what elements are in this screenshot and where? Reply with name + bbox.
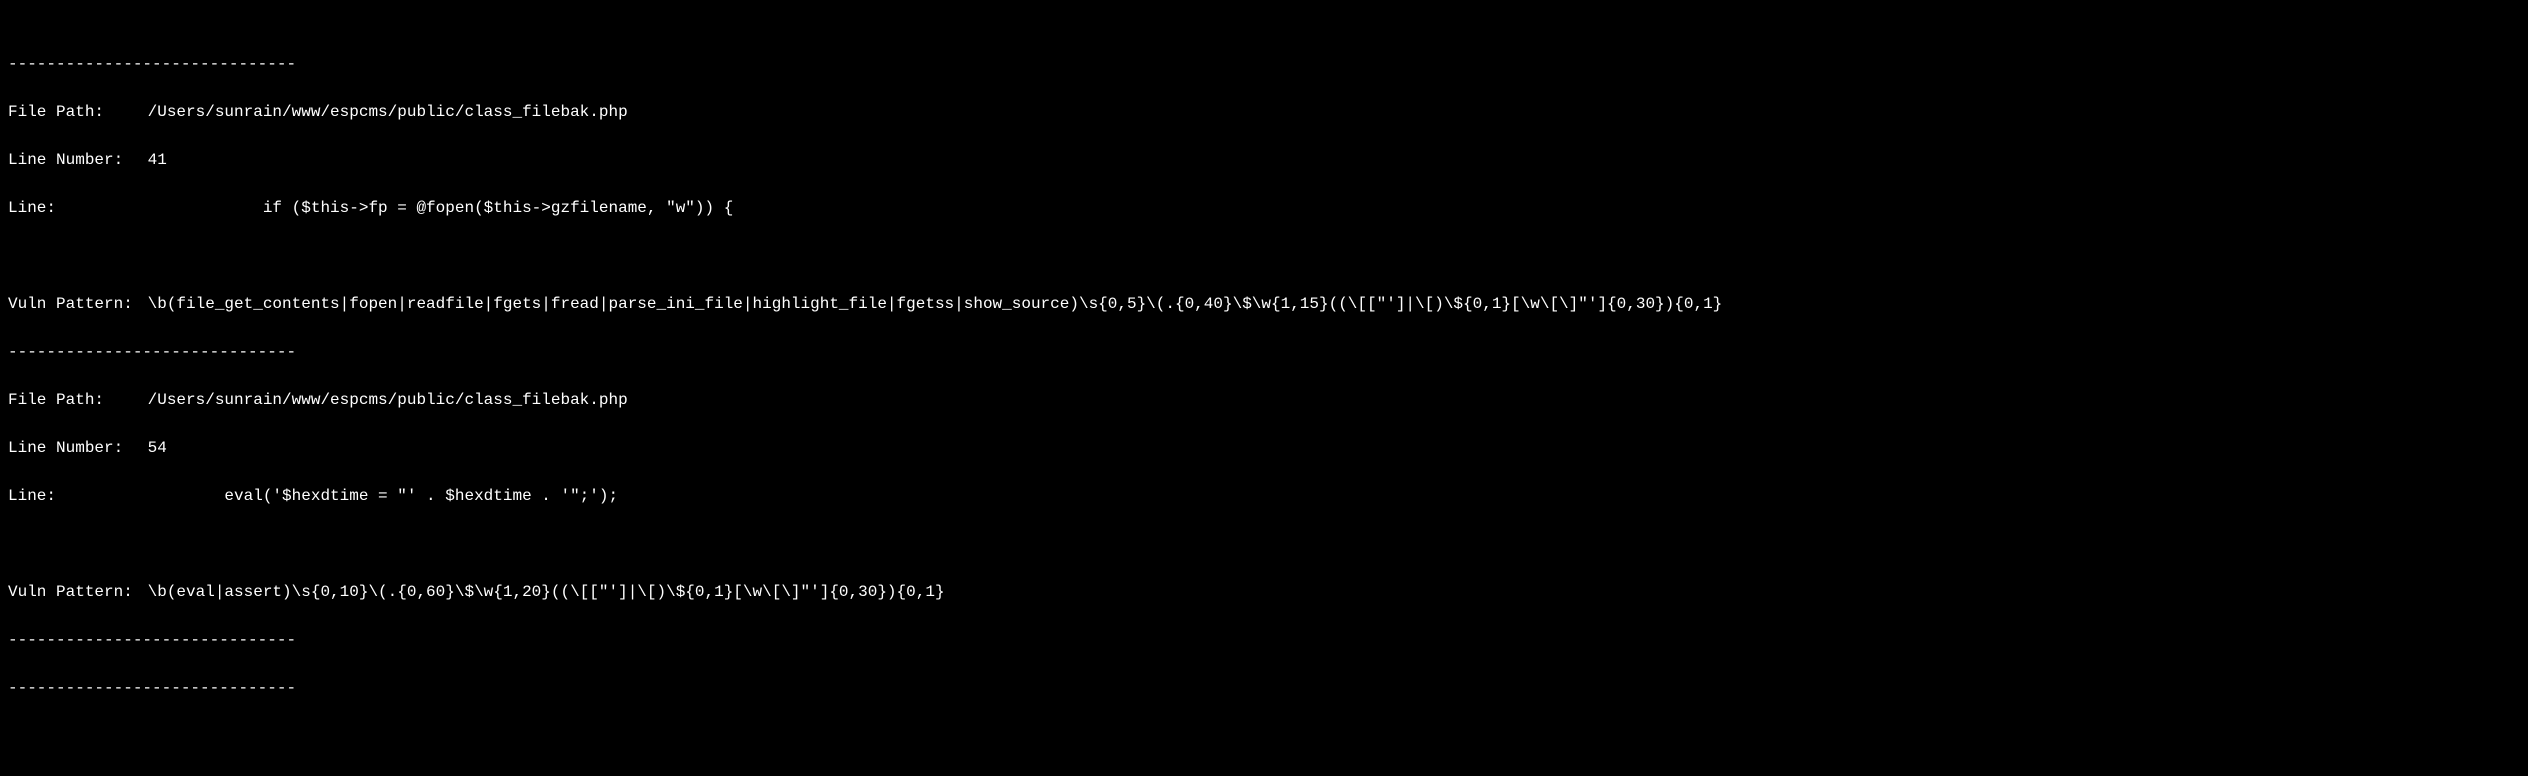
separator-line: ------------------------------ (8, 628, 2520, 652)
file-path-label: File Path: (8, 388, 138, 412)
line-number-line: Line Number: 41 (8, 148, 2520, 172)
line-number-line: Line Number: 54 (8, 436, 2520, 460)
separator-line: ------------------------------ (8, 676, 2520, 700)
line-content-line: Line: eval('$hexdtime = "' . $hexdtime .… (8, 484, 2520, 508)
vuln-pattern-label: Vuln Pattern: (8, 292, 138, 316)
file-path-line: File Path: /Users/sunrain/www/espcms/pub… (8, 388, 2520, 412)
file-path-label: File Path: (8, 100, 138, 124)
vuln-pattern-label: Vuln Pattern: (8, 580, 138, 604)
vuln-pattern-value: \b(file_get_contents|fopen|readfile|fget… (148, 295, 1723, 313)
vuln-pattern-line: Vuln Pattern: \b(file_get_contents|fopen… (8, 292, 2520, 316)
blank-line (8, 244, 2520, 268)
line-label: Line: (8, 484, 138, 508)
file-path-value: /Users/sunrain/www/espcms/public/class_f… (148, 391, 628, 409)
line-number-value: 54 (148, 439, 167, 457)
separator-line: ------------------------------ (8, 52, 2520, 76)
line-content-value: if ($this->fp = @fopen($this->gzfilename… (148, 199, 734, 217)
line-number-label: Line Number: (8, 436, 138, 460)
blank-line (8, 532, 2520, 556)
line-content-line: Line: if ($this->fp = @fopen($this->gzfi… (8, 196, 2520, 220)
vuln-pattern-value: \b(eval|assert)\s{0,10}\(.{0,60}\$\w{1,2… (148, 583, 945, 601)
line-label: Line: (8, 196, 138, 220)
line-content-value: eval('$hexdtime = "' . $hexdtime . '";')… (148, 487, 618, 505)
line-number-value: 41 (148, 151, 167, 169)
separator-line: ------------------------------ (8, 340, 2520, 364)
file-path-line: File Path: /Users/sunrain/www/espcms/pub… (8, 100, 2520, 124)
file-path-value: /Users/sunrain/www/espcms/public/class_f… (148, 103, 628, 121)
line-number-label: Line Number: (8, 148, 138, 172)
vuln-pattern-line: Vuln Pattern: \b(eval|assert)\s{0,10}\(.… (8, 580, 2520, 604)
